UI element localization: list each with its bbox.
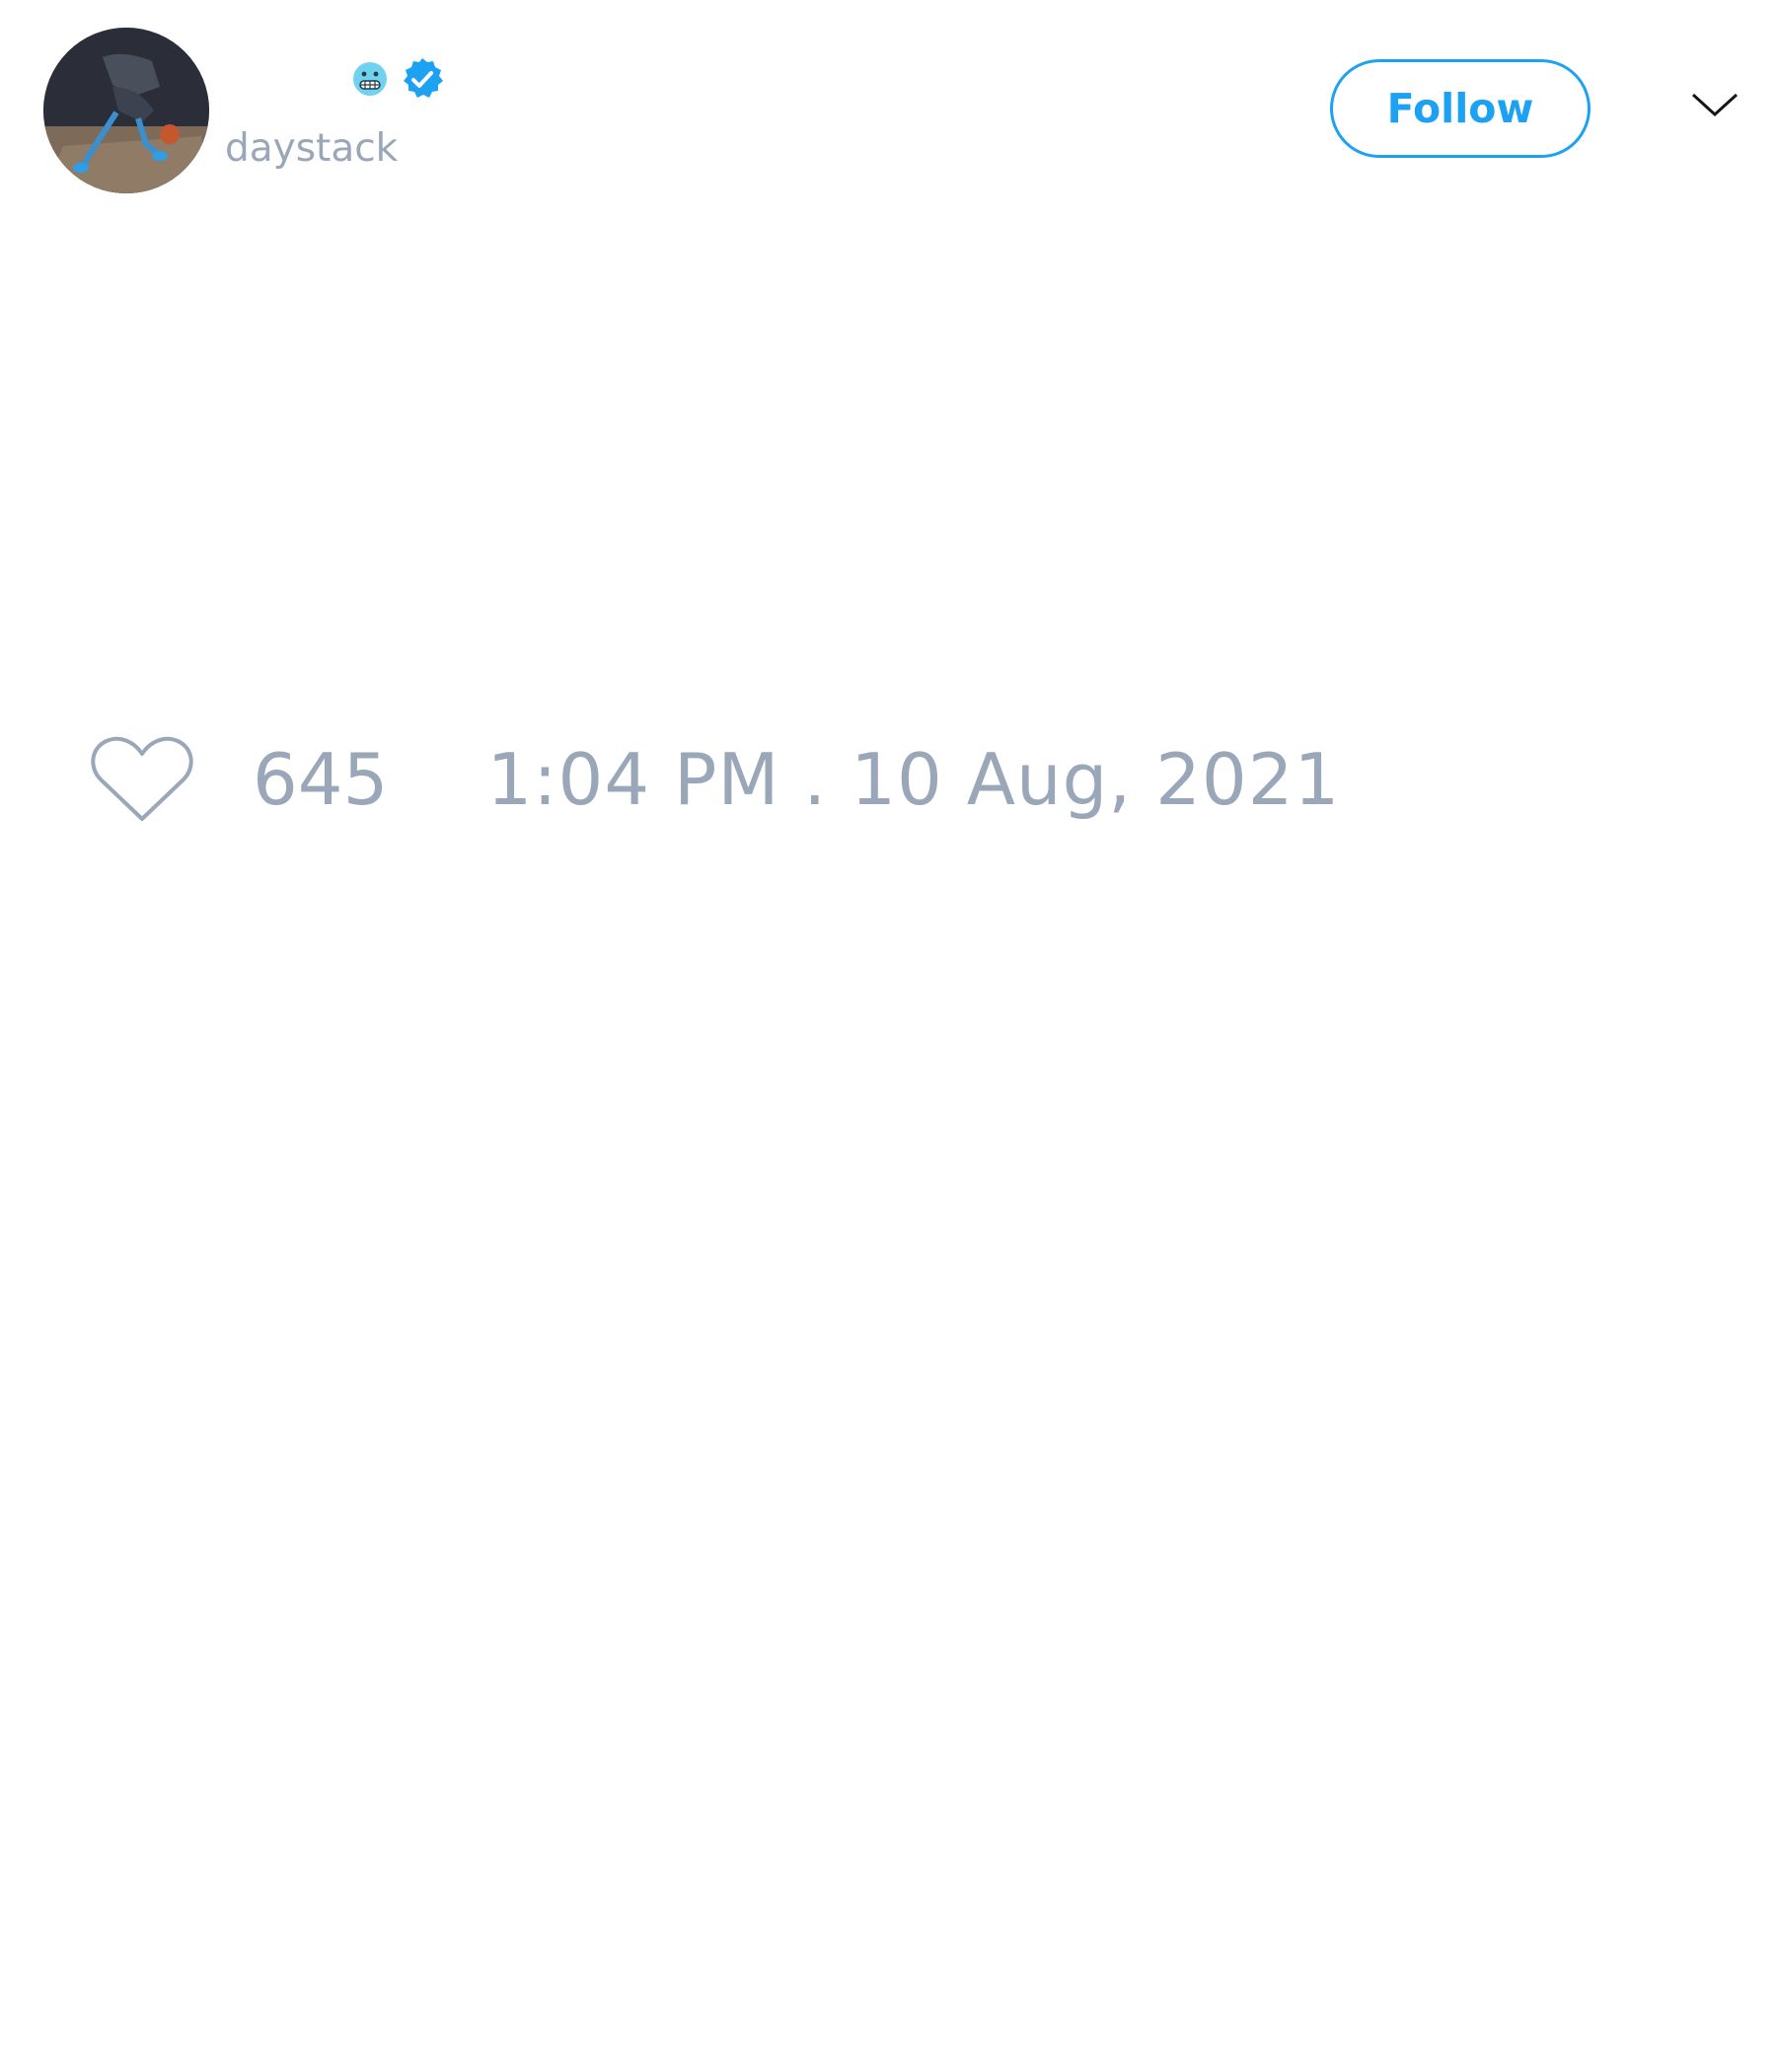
avatar[interactable]: [43, 28, 209, 193]
follow-button[interactable]: Follow: [1330, 59, 1591, 158]
user-handle[interactable]: daystack: [225, 126, 398, 171]
grimacing-face-emoji-icon: [351, 60, 389, 98]
tweet-timestamp[interactable]: 1:04 PM . 10 Aug, 2021: [486, 738, 1340, 821]
chevron-down-icon[interactable]: [1689, 89, 1740, 120]
verified-badge-icon: [399, 55, 446, 103]
like-count: 645: [253, 738, 389, 821]
name-row: [225, 55, 446, 103]
tweet-embed: daystack Follow 645 1:04 PM . 10 Aug, 20…: [0, 0, 1776, 2072]
avatar-photo: [43, 28, 209, 193]
tweet-stats: 645 1:04 PM . 10 Aug, 2021: [89, 730, 1340, 829]
heart-icon[interactable]: [89, 734, 195, 825]
